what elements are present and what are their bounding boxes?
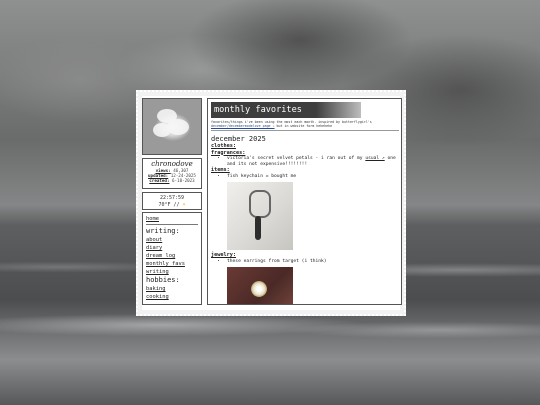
month-entry: december 2025 clothes: fragrances: victo… — [211, 135, 399, 304]
weather-text: 70°F // — [158, 201, 180, 208]
created-value: 6-10-2023 — [172, 178, 195, 183]
nav-heading-writing: writing: — [146, 227, 180, 235]
page-title: monthly favorites — [211, 102, 361, 118]
subtitle-link[interactable]: december/decembermodelove page ↗ — [211, 124, 275, 128]
nav-link-monthly-favs[interactable]: monthly favs — [146, 260, 198, 268]
list-item: victoria's secret velvet petals - i ran … — [227, 156, 399, 167]
earring-photo — [227, 267, 293, 304]
keychain-photo — [227, 182, 293, 251]
list-item: fish keychain = bought me — [227, 174, 399, 180]
month-heading: december 2025 — [211, 135, 266, 143]
main-content-panel[interactable]: monthly favorites favorites/things i've … — [207, 98, 402, 305]
fragrance-link[interactable]: usual ↗ — [365, 156, 384, 161]
profile-name: chronodove — [151, 160, 193, 168]
nav-link-home[interactable]: home — [146, 215, 198, 225]
weather-row: 70°F // ☀ — [143, 202, 201, 209]
nav-link-cooking[interactable]: cooking — [146, 293, 198, 301]
nav-link-writing[interactable]: writing — [146, 268, 198, 276]
flower-petal — [153, 123, 171, 137]
nav-link-diary[interactable]: diary — [146, 244, 198, 252]
subtitle-tail: but in website form hehehehe — [276, 124, 333, 129]
sidebar-nav: home writing: about diary dream log mont… — [142, 212, 202, 305]
nav-link-baking[interactable]: baking — [146, 285, 198, 293]
created-stat: created: 6-10-2023 — [143, 178, 201, 183]
page-subtitle: favorites/things i've been using the mos… — [211, 120, 399, 128]
profile-info: chronodove views: 46,307 updated: 12-24-… — [142, 158, 202, 189]
profile-image — [142, 98, 202, 155]
fish-shape — [255, 216, 261, 241]
list-item: these earrings from target (i think) — [227, 259, 399, 265]
jewelry-list: these earrings from target (i think) — [211, 259, 399, 265]
fragrance-text: victoria's secret velvet petals - i ran … — [227, 156, 363, 161]
fragrance-list: victoria's secret velvet petals - i ran … — [211, 156, 399, 167]
nav-link-dream-log[interactable]: dream log — [146, 252, 198, 260]
divider — [211, 130, 399, 131]
keyring-shape — [249, 190, 271, 219]
created-label: created: — [149, 178, 170, 183]
clock-widget: 22:57:59 70°F // ☀ — [142, 192, 202, 210]
sun-icon: ☀ — [182, 201, 186, 208]
nav-link-about[interactable]: about — [146, 236, 198, 244]
nav-heading-hobbies: hobbies: — [146, 276, 180, 284]
earring-shape — [251, 281, 267, 298]
items-list: fish keychain = bought me — [211, 174, 399, 180]
